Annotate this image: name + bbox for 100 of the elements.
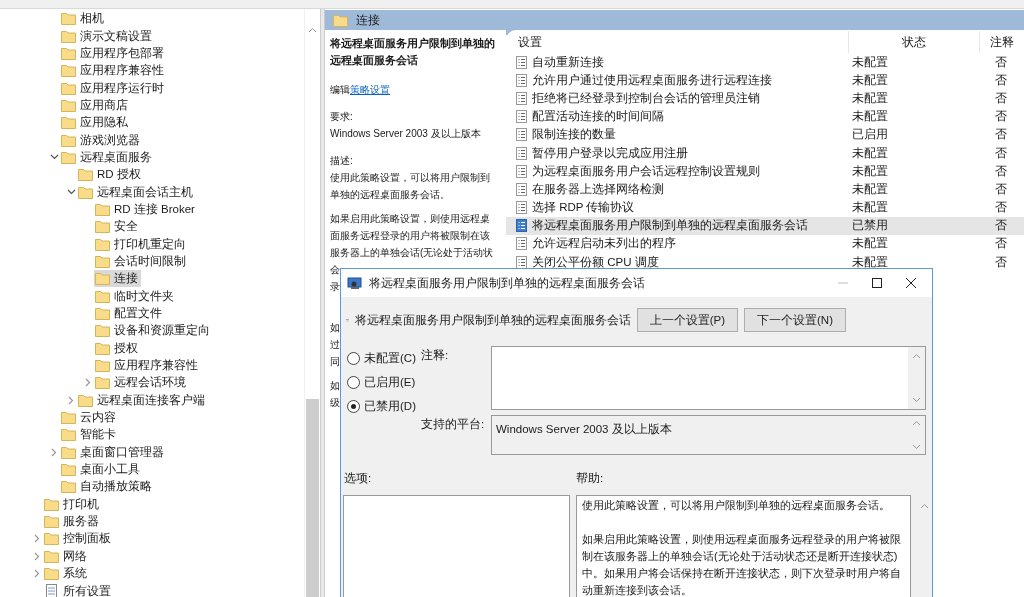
tree-item[interactable]: 所有设置	[43, 582, 114, 597]
table-row[interactable]: 拒绝将已经登录到控制台会话的管理员注销 未配置 否	[506, 89, 1024, 108]
table-row[interactable]: 为远程桌面服务用户会话远程控制设置规则 未配置 否	[506, 162, 1024, 181]
tree-item[interactable]: 应用程序运行时	[60, 79, 167, 97]
options-label: 选项:	[344, 471, 373, 486]
collapse-chevron-icon[interactable]	[49, 154, 59, 161]
folder-title: 连接	[356, 12, 380, 28]
comment-text: 否	[995, 145, 1007, 161]
folder-icon	[61, 64, 76, 78]
folder-icon	[61, 480, 76, 494]
setting-name: 关闭公平份额 CPU 调度	[532, 254, 659, 270]
maximize-icon[interactable]	[872, 278, 882, 288]
tree-item[interactable]: 打印机重定向	[94, 235, 189, 253]
comment-text: 否	[995, 72, 1007, 88]
setting-name: 暂停用户登录以完成应用注册	[532, 145, 688, 161]
table-row[interactable]: 选择 RDP 传输协议 未配置 否	[506, 198, 1024, 217]
tree-item[interactable]: 远程会话环境	[94, 374, 189, 392]
tree-item[interactable]: 安全	[94, 218, 141, 236]
column-header[interactable]: 设置	[506, 31, 849, 53]
tree-item[interactable]: 连接	[94, 270, 141, 288]
nav-button[interactable]: 上一个设置(P)	[636, 308, 739, 332]
setting-name: 配置活动连接的时间间隔	[532, 109, 664, 125]
scroll-up-icon[interactable]	[912, 353, 921, 359]
scroll-down-icon[interactable]	[912, 444, 921, 450]
table-row[interactable]: 限制连接的数量 已启用 否	[506, 125, 1024, 144]
tree-item[interactable]: 会话时间限制	[94, 253, 189, 270]
setting-name: 在服务器上选择网络检测	[532, 181, 664, 197]
tree-item[interactable]: 网络	[43, 547, 90, 565]
folder-icon	[61, 29, 76, 43]
radio-circle[interactable]	[347, 375, 360, 389]
tree-item[interactable]: 控制面板	[43, 530, 114, 548]
table-row[interactable]: 将远程桌面服务用户限制到单独的远程桌面服务会话 已禁用 否	[506, 216, 1024, 235]
state-text: 已启用	[852, 127, 888, 143]
column-header[interactable]: 注释	[980, 31, 1024, 53]
tree-item[interactable]: 自动播放策略	[60, 478, 155, 496]
tree-item[interactable]: 配置文件	[94, 305, 165, 322]
table-row[interactable]: 暂停用户登录以完成应用注册 未配置 否	[506, 143, 1024, 163]
tree-item[interactable]: 远程桌面服务	[60, 148, 155, 166]
folder-icon	[44, 549, 59, 563]
tree-item[interactable]: 相机	[60, 10, 107, 28]
tree-item[interactable]: 智能卡	[60, 426, 119, 444]
tree-item[interactable]: 云内容	[60, 409, 119, 427]
tree-item[interactable]: 应用程序兼容性	[60, 62, 167, 80]
radio-option[interactable]: 已启用(E)	[347, 373, 421, 391]
tree-item[interactable]: 桌面小工具	[60, 461, 143, 479]
description-line: 如果启用此策略设置，则使用远程桌	[330, 213, 490, 224]
folder-icon	[44, 567, 59, 581]
comment-text: 否	[995, 181, 1007, 197]
folder-icon	[95, 272, 110, 286]
table-row[interactable]: 配置活动连接的时间间隔 未配置 否	[506, 107, 1024, 126]
table-row[interactable]: 关闭公平份额 CPU 调度 未配置 否	[506, 253, 1024, 272]
tree-item[interactable]: 服务器	[43, 513, 102, 531]
tree-item[interactable]: 游戏浏览器	[60, 131, 143, 149]
folder-icon	[61, 133, 76, 147]
scroll-up-icon[interactable]	[308, 27, 317, 33]
policy-settings-link[interactable]: 策略设置	[350, 84, 390, 95]
scroll-up-icon[interactable]	[920, 503, 930, 509]
radio-option[interactable]: 已禁用(D)	[347, 397, 421, 415]
tree-item[interactable]: 应用商店	[60, 96, 131, 114]
scroll-up-icon[interactable]	[912, 420, 921, 426]
state-text: 未配置	[852, 200, 888, 216]
description-line: 使用此策略设置，可以将用户限制到	[330, 172, 490, 183]
tree-item[interactable]: 应用程序包部署	[60, 44, 167, 62]
radio-circle[interactable]	[347, 351, 360, 365]
tree-item[interactable]: 远程桌面会话主机	[77, 183, 196, 201]
table-row[interactable]: 允许远程启动未列出的程序 未配置 否	[506, 234, 1024, 254]
expand-chevron-icon[interactable]	[68, 395, 74, 405]
description-label: 描述:	[330, 154, 354, 168]
tree-item[interactable]: RD 连接 Broker	[94, 200, 198, 218]
radio-circle[interactable]	[347, 399, 360, 413]
tree-item[interactable]: 授权	[94, 339, 141, 357]
tree-item[interactable]: 桌面窗口管理器	[60, 443, 167, 461]
tree-item[interactable]: 远程桌面连接客户端	[77, 391, 208, 409]
tree-item[interactable]: 设备和资源重定向	[94, 322, 213, 340]
table-row[interactable]: 允许用户通过使用远程桌面服务进行远程连接 未配置 否	[506, 71, 1024, 90]
tree-item[interactable]: 演示文稿设置	[60, 27, 155, 45]
tree-item[interactable]: RD 授权	[77, 166, 144, 184]
table-row[interactable]: 在服务器上选择网络检测 未配置 否	[506, 180, 1024, 199]
help-paragraph: 如果启用此策略设置，则使用远程桌面服务远程登录的用户将被限制在该服务器上的单独会话(无论处于活动状态还是断开连接状态)中。如果用户将会话保持在断开连接状态，则下次登录时用户将自动重新连接到该会话。	[582, 532, 902, 597]
scroll-down-icon[interactable]	[912, 397, 921, 403]
tree-item[interactable]: 临时文件夹	[94, 287, 177, 305]
tree-item[interactable]: 系统	[43, 565, 90, 583]
policy-setting-icon	[516, 182, 527, 196]
radio-option[interactable]: 未配置(C)	[347, 349, 421, 367]
tree-item[interactable]: 应用隐私	[60, 114, 131, 132]
nav-button[interactable]: 下一个设置(N)	[744, 308, 846, 332]
scrollbar[interactable]	[304, 9, 320, 597]
tree-item[interactable]: 应用程序兼容性	[94, 357, 201, 375]
collapse-chevron-icon[interactable]	[66, 189, 76, 196]
tree-item[interactable]: 打印机	[43, 495, 102, 513]
folder-icon	[95, 255, 110, 268]
folder-icon	[78, 185, 93, 199]
comment-field[interactable]	[491, 346, 926, 410]
column-header[interactable]: 状态	[849, 31, 980, 53]
expand-chevron-icon[interactable]	[85, 378, 91, 388]
comment-text: 否	[995, 109, 1007, 125]
close-icon[interactable]	[906, 278, 916, 288]
table-row[interactable]: 自动重新连接 未配置 否	[506, 53, 1024, 72]
expand-chevron-icon[interactable]	[51, 447, 57, 457]
dialog-title: 将远程桌面服务用户限制到单独的远程桌面服务会话	[369, 275, 646, 291]
